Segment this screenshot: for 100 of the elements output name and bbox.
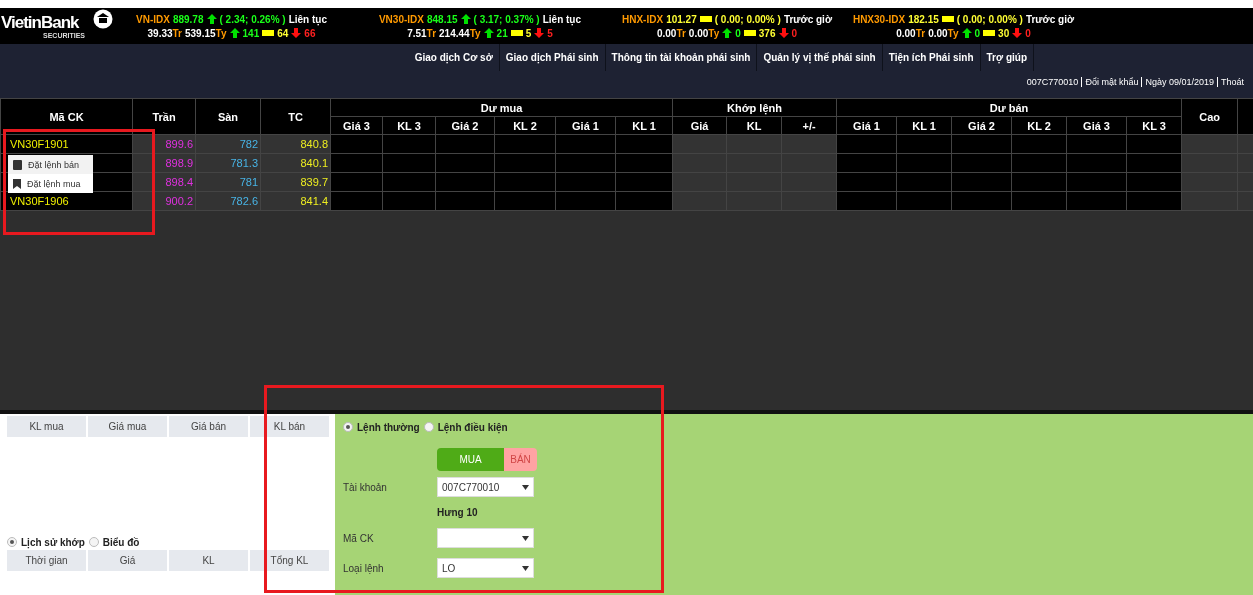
advances-count: 21 <box>496 27 508 39</box>
unit-label: Ty <box>469 27 481 39</box>
index-change: ( 0.00; 0.00% ) <box>714 13 781 25</box>
advances-count: 0 <box>735 27 741 39</box>
flat-bar-icon <box>743 30 756 36</box>
index-change: ( 0.00; 0.00% ) <box>956 13 1023 25</box>
turnover-value: 214.44 <box>439 27 470 39</box>
index-value: 182.15 <box>908 13 939 25</box>
turnover-value: 0.00 <box>688 27 709 39</box>
index-change: ( 3.17; 0.37% ) <box>473 13 540 25</box>
advances-count: 141 <box>242 27 260 39</box>
down-arrow-icon <box>291 28 302 38</box>
column-header: Mã CK <box>0 98 133 135</box>
unit-label: Ty <box>947 27 959 39</box>
up-arrow-icon <box>483 28 494 38</box>
unchanged-count: 64 <box>277 27 289 39</box>
radio-label: Biểu đồ <box>102 536 140 548</box>
session-status: Trước giờ <box>1025 13 1075 25</box>
column-header: Thời gian <box>7 550 86 571</box>
column-header: TC <box>260 98 331 135</box>
declines-count: 0 <box>1025 27 1031 39</box>
nav-link[interactable]: Tiện ích Phái sinh <box>882 44 981 71</box>
select-field[interactable]: LO <box>437 558 534 578</box>
index-name: VN-IDX <box>136 13 170 25</box>
unit-label: Tr <box>676 27 686 39</box>
bookmark-icon <box>13 178 21 189</box>
session-status: Trước giờ <box>783 13 832 25</box>
field-label: Mã CK <box>343 532 375 544</box>
column-header: Dư bán <box>836 98 1182 117</box>
declines-count: 66 <box>304 27 316 39</box>
unchanged-count: 30 <box>998 27 1010 39</box>
radio-label: Lệnh điều kiện <box>437 421 508 433</box>
radio-button[interactable] <box>88 537 99 547</box>
menu-item[interactable]: Đặt lệnh bán <box>8 155 93 174</box>
account-link[interactable]: Thoát <box>1217 77 1247 87</box>
down-arrow-icon <box>778 28 789 38</box>
account-link[interactable]: Đổi mật khẩu <box>1081 77 1142 87</box>
column-header: KL <box>169 550 248 571</box>
column-header: Tổng KL <box>250 550 329 571</box>
down-arrow-icon <box>1012 28 1023 38</box>
up-arrow-icon <box>229 28 240 38</box>
column-header: Giá bán <box>169 416 248 437</box>
column-header: KL bán <box>250 416 329 437</box>
volume-value: 39.33 <box>147 27 173 39</box>
down-arrow-icon <box>534 28 545 38</box>
nav-link[interactable]: Quản lý vị thế phái sinh <box>757 44 883 71</box>
unit-label: Tr <box>172 27 182 39</box>
select-field[interactable] <box>437 528 534 548</box>
radio-button[interactable] <box>7 537 17 547</box>
radio-label: Lệnh thường <box>357 421 420 433</box>
account-link[interactable]: Ngày 09/01/2019 <box>1141 77 1217 87</box>
caret-icon <box>522 535 529 541</box>
session-status: Liên tục <box>288 13 327 25</box>
radio-button[interactable] <box>423 422 434 432</box>
volume-value: 0.00 <box>896 27 916 39</box>
nav-link[interactable]: Trợ giúp <box>980 44 1034 71</box>
flat-bar-icon <box>510 30 523 36</box>
flat-bar-icon <box>262 30 275 36</box>
index-change: ( 2.34; 0.26% ) <box>219 13 286 25</box>
index-value: 889.78 <box>172 13 204 25</box>
declines-count: 5 <box>547 27 553 39</box>
column-header: Sàn <box>195 98 261 135</box>
field-label: Loại lệnh <box>343 562 385 574</box>
field-label: Tài khoản <box>343 481 388 493</box>
radio-label: Lịch sử khớp <box>21 536 85 548</box>
unit-label: Ty <box>215 27 227 39</box>
index-value: 848.15 <box>426 13 458 25</box>
column-header: Cao <box>1181 98 1238 135</box>
turnover-value: 539.15 <box>185 27 216 39</box>
index-value: 101.27 <box>666 13 697 25</box>
brand-name: VietinBank <box>1 12 79 32</box>
account-holder-name: Hưng 10 <box>437 507 479 518</box>
turnover-value: 0.00 <box>928 27 948 39</box>
unit-label: Tr <box>915 27 926 39</box>
column-header: Dư mua <box>330 98 673 117</box>
flat-bar-icon <box>983 30 996 36</box>
index-name: HNX30-IDX <box>852 13 906 25</box>
column-header: Khớp lệnh <box>672 98 837 117</box>
account-number: 007C770010 <box>1025 77 1080 87</box>
column-header: Giá mua <box>88 416 167 437</box>
volume-value: 0.00 <box>656 27 677 39</box>
index-name: VN30-IDX <box>378 13 424 25</box>
unit-label: Tr <box>426 27 437 39</box>
nav-link[interactable]: Giao dịch Cơ sở <box>408 44 500 71</box>
nav-link[interactable]: Thông tin tài khoản phái sinh <box>605 44 758 71</box>
up-arrow-icon <box>961 28 972 38</box>
index-name: HNX-IDX <box>622 13 664 25</box>
radio-button[interactable] <box>343 422 353 432</box>
unchanged-count: 5 <box>525 27 532 39</box>
select-field[interactable]: 007C770010 <box>437 477 534 497</box>
column-header: Trần <box>132 98 196 135</box>
nav-link[interactable]: Giao dịch Phái sinh <box>499 44 606 71</box>
column-header: Giá <box>88 550 167 571</box>
advances-count: 0 <box>974 27 981 39</box>
declines-count: 0 <box>791 27 798 39</box>
unchanged-count: 376 <box>758 27 776 39</box>
session-status: Liên tục <box>542 13 582 25</box>
unit-label: Ty <box>708 27 720 39</box>
up-arrow-icon <box>722 28 733 38</box>
book-icon <box>13 159 22 170</box>
